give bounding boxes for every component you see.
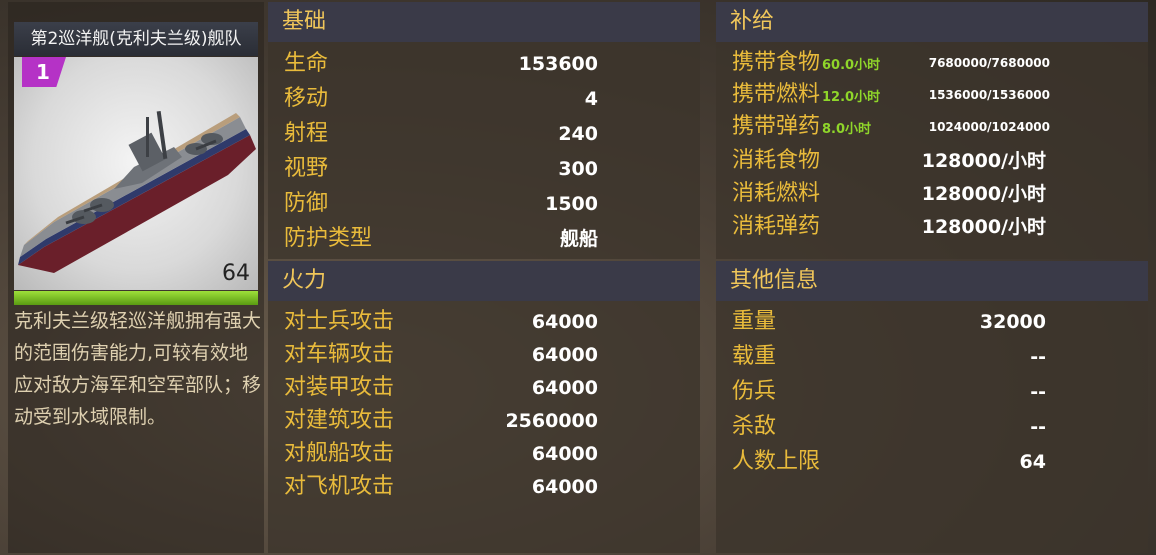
other-label: 人数上限 (732, 449, 821, 474)
firepower-label: 对士兵攻击 (284, 309, 395, 334)
firepower-label: 对舰船攻击 (284, 441, 395, 466)
supply-consume-row: 消耗食物 128000/小时 (732, 144, 1132, 178)
basic-label: 生命 (284, 51, 329, 76)
other-value: -- (1030, 346, 1046, 368)
cruiser-ship-image (18, 110, 256, 273)
firepower-label: 对装甲攻击 (284, 375, 395, 400)
firepower-row: 对飞机攻击 64000 (284, 470, 684, 504)
unit-portrait: 1 64 (14, 57, 258, 290)
basic-label: 防护类型 (284, 226, 373, 251)
basic-row: 视野 300 (284, 152, 684, 186)
other-value: -- (1030, 416, 1046, 438)
basic-label: 射程 (284, 121, 329, 146)
other-label: 载重 (732, 344, 777, 369)
other-label: 重量 (732, 309, 777, 334)
basic-value: 舰船 (559, 228, 598, 250)
unit-title: 第2巡洋舰(克利夫兰级)舰队 (14, 22, 258, 56)
firepower-label: 对飞机攻击 (284, 474, 395, 499)
supply-consume-value: 128000/小时 (921, 183, 1046, 205)
other-label: 伤兵 (732, 379, 777, 404)
basic-panel: 基础 生命 153600 移动 4 射程 240 视野 300 防御 1500 防护类型 舰船 (268, 2, 700, 259)
firepower-row: 对舰船攻击 64000 (284, 437, 684, 471)
basic-row: 防护类型 舰船 (284, 222, 684, 256)
basic-value: 153600 (518, 53, 598, 75)
firepower-value: 64000 (531, 344, 598, 366)
supply-carry-name: 携带食物 (732, 50, 821, 75)
other-row: 杀敌 -- (732, 410, 1132, 444)
supply-hours: 12.0小时 (822, 90, 881, 105)
other-value: 32000 (979, 311, 1046, 333)
supply-consume-label: 消耗弹药 (732, 214, 821, 239)
supply-carry-name: 携带燃料 (732, 82, 821, 107)
basic-row: 射程 240 (284, 117, 684, 151)
firepower-label: 对建筑攻击 (284, 408, 395, 433)
supply-consume-row: 消耗弹药 128000/小时 (732, 210, 1132, 244)
basic-header: 基础 (268, 2, 700, 42)
firepower-header: 火力 (268, 261, 700, 301)
supply-consume-value: 128000/小时 (921, 150, 1046, 172)
supply-capacity: 1536000/1536000 (928, 88, 1050, 102)
supply-hours: 60.0小时 (822, 58, 881, 73)
basic-value: 240 (558, 123, 598, 145)
firepower-row: 对装甲攻击 64000 (284, 371, 684, 405)
basic-value: 300 (558, 158, 598, 180)
other-row: 伤兵 -- (732, 375, 1132, 409)
firepower-panel: 火力 对士兵攻击 64000 对车辆攻击 64000 对装甲攻击 64000 对建筑攻击 25… (268, 261, 700, 553)
firepower-value: 64000 (531, 443, 598, 465)
basic-row: 防御 1500 (284, 187, 684, 221)
unit-level: 64 (222, 261, 250, 286)
supply-consume-label: 消耗食物 (732, 148, 821, 173)
other-info-panel: 其他信息 重量 32000 载重 -- 伤兵 -- 杀敌 -- 人数上限 64 (716, 261, 1148, 553)
other-value: -- (1030, 381, 1046, 403)
supply-consume-label: 消耗燃料 (732, 181, 821, 206)
supply-consume-row: 消耗燃料 128000/小时 (732, 177, 1132, 211)
supply-carry-row: 携带食物 60.0小时 7680000/7680000 (732, 46, 1142, 80)
supply-header: 补给 (716, 2, 1148, 42)
firepower-label: 对车辆攻击 (284, 342, 395, 367)
other-info-header: 其他信息 (716, 261, 1148, 301)
supply-carry-label: 携带弹药 8.0小时 (732, 110, 871, 147)
other-label: 杀敌 (732, 414, 777, 439)
basic-value: 4 (584, 88, 598, 110)
basic-row: 生命 153600 (284, 47, 684, 81)
level-progress-bar (14, 291, 258, 305)
firepower-value: 64000 (531, 311, 598, 333)
firepower-row: 对车辆攻击 64000 (284, 338, 684, 372)
firepower-row: 对建筑攻击 2560000 (284, 404, 684, 438)
supply-carry-row: 携带燃料 12.0小时 1536000/1536000 (732, 78, 1142, 112)
basic-label: 移动 (284, 86, 329, 111)
supply-carry-row: 携带弹药 8.0小时 1024000/1024000 (732, 110, 1142, 144)
firepower-value: 64000 (531, 377, 598, 399)
supply-capacity: 7680000/7680000 (928, 56, 1050, 70)
other-value: 64 (1019, 451, 1046, 473)
supply-carry-name: 携带弹药 (732, 114, 821, 139)
supply-capacity: 1024000/1024000 (928, 120, 1050, 134)
other-row: 重量 32000 (732, 305, 1132, 339)
other-row: 载重 -- (732, 340, 1132, 374)
basic-value: 1500 (545, 193, 598, 215)
supply-panel: 补给 携带食物 60.0小时 7680000/7680000 携带燃料 12.0小时 15… (716, 2, 1148, 259)
basic-label: 防御 (284, 191, 329, 216)
supply-consume-value: 128000/小时 (921, 216, 1046, 238)
basic-label: 视野 (284, 156, 329, 181)
unit-description: 克利夫兰级轻巡洋舰拥有强大的范围伤害能力,可较有效地应对敌方海军和空军部队；移动… (14, 310, 262, 428)
firepower-row: 对士兵攻击 64000 (284, 305, 684, 339)
firepower-value: 2560000 (505, 410, 598, 432)
firepower-value: 64000 (531, 476, 598, 498)
supply-hours: 8.0小时 (822, 122, 872, 137)
unit-card: 第2巡洋舰(克利夫兰级)舰队 1 64 克利夫兰级轻巡洋舰拥有强大的范围伤害能力… (8, 2, 264, 553)
basic-row: 移动 4 (284, 82, 684, 116)
other-row: 人数上限 64 (732, 445, 1132, 479)
